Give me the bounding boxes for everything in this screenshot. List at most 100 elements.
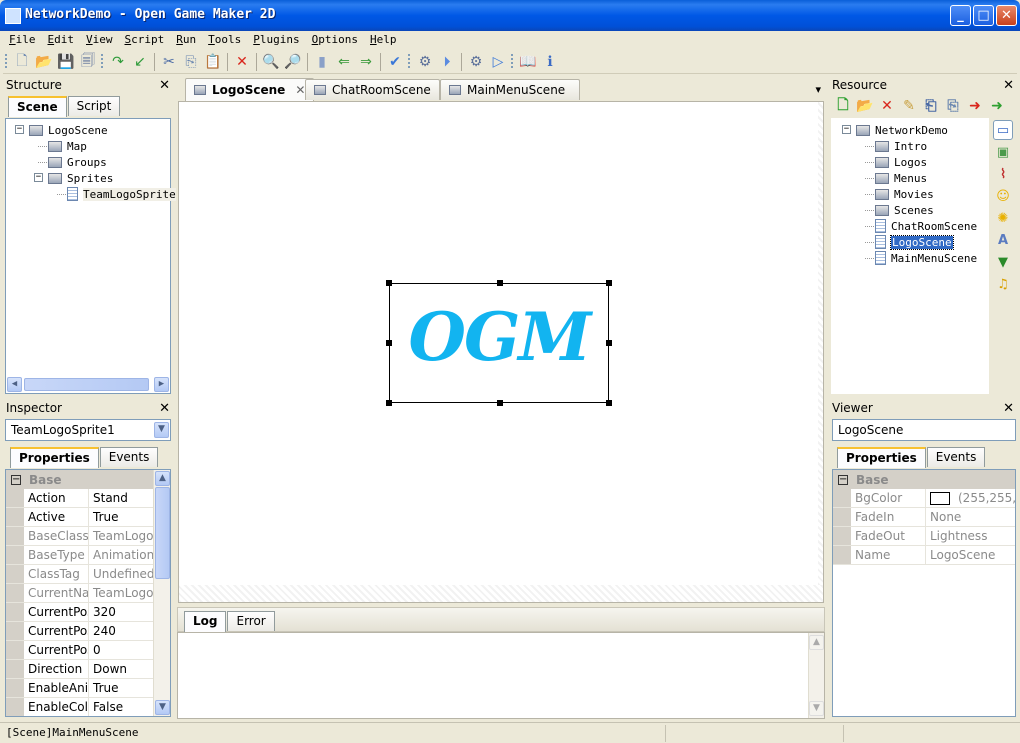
run-button[interactable]: ▷	[487, 51, 509, 73]
tree-item[interactable]: MainMenuScene	[875, 250, 977, 266]
resize-handle[interactable]	[606, 400, 612, 406]
property-scrollbar[interactable]: ▲ ▼	[153, 470, 170, 716]
properties-resource-button[interactable]: ⎗	[920, 95, 942, 117]
tree-item[interactable]: Scenes	[875, 202, 934, 218]
menu-edit[interactable]: Edit	[42, 31, 81, 50]
tree-item[interactable]: Sprites	[48, 170, 113, 186]
scroll-up-button[interactable]: ▲	[809, 635, 824, 650]
property-row[interactable]: EnableCollisFalse	[6, 698, 170, 716]
structure-tree[interactable]: ◀ ▶ − LogoScene Map Groups − Sprites TeamLogoS…	[5, 118, 176, 394]
property-row[interactable]: BaseClass TeamLogo	[6, 527, 170, 546]
scroll-down-button[interactable]: ▼	[155, 700, 170, 715]
team-logo-sprite[interactable]: OGM	[386, 280, 612, 406]
resource-tree[interactable]: − NetworkDemo Intro Logos Menus Movies Scenes C…	[831, 118, 989, 394]
tab-log[interactable]: Log	[184, 611, 227, 632]
image-filter-button[interactable]: ▣	[993, 142, 1013, 162]
scroll-right-button[interactable]: ▶	[154, 377, 169, 392]
menu-file[interactable]: File	[3, 31, 42, 50]
copy-button[interactable]: ⎘	[180, 51, 202, 73]
build-all-button[interactable]: ⚙	[465, 51, 487, 73]
property-row[interactable]: FadeOut Lightness	[833, 527, 1015, 546]
toolbar-grip[interactable]	[511, 53, 513, 70]
next-bookmark-button[interactable]: ⇒	[355, 51, 377, 73]
build-button[interactable]: ⚙	[414, 51, 436, 73]
about-button[interactable]: ℹ	[539, 51, 561, 73]
add-folder-button[interactable]: 📂	[854, 95, 876, 117]
object-select[interactable]: TeamLogoSprite1 ▼	[5, 419, 171, 441]
resize-handle[interactable]	[606, 340, 612, 346]
close-tab-icon[interactable]: ✕	[295, 83, 305, 97]
tab-script[interactable]: Script	[67, 96, 121, 116]
toolbar-grip[interactable]	[101, 53, 103, 70]
bookmark-button[interactable]: ▮	[311, 51, 333, 73]
property-value[interactable]: LogoScene	[926, 546, 1015, 564]
property-value[interactable]: (255,255,	[926, 489, 1015, 507]
menu-run[interactable]: Run	[170, 31, 202, 50]
menu-tools[interactable]: Tools	[202, 31, 247, 50]
viewer-property-grid[interactable]: − Base BgColor (255,255, FadeIn None FadeOut Li…	[832, 469, 1016, 717]
particle-filter-button[interactable]: ✺	[993, 208, 1013, 228]
menu-view[interactable]: View	[80, 31, 119, 50]
import-resource-button[interactable]: ➜	[964, 95, 986, 117]
tab-mainmenuscene[interactable]: MainMenuScene	[440, 79, 580, 100]
property-row[interactable]: FadeIn None	[833, 508, 1015, 527]
resize-handle[interactable]	[606, 280, 612, 286]
save-button[interactable]: 💾	[55, 51, 77, 73]
tree-item[interactable]: Logos	[875, 154, 927, 170]
inspector-property-grid[interactable]: − Base Action Stand Active True BaseClass TeamL…	[5, 469, 171, 717]
tab-list-dropdown[interactable]: ▾	[815, 83, 821, 96]
menu-options[interactable]: Options	[306, 31, 364, 50]
tab-error[interactable]: Error	[227, 611, 275, 631]
viewer-object-field[interactable]: LogoScene	[832, 419, 1016, 441]
log-output[interactable]: ▲ ▼	[177, 632, 825, 719]
scroll-left-button[interactable]: ◀	[7, 377, 22, 392]
tree-item[interactable]: LogoScene	[875, 234, 954, 250]
property-row[interactable]: Active True	[6, 508, 170, 527]
help-book-button[interactable]: 📖	[517, 51, 539, 73]
sprite-filter-button[interactable]: ☺	[993, 186, 1013, 206]
tab-scene[interactable]: Scene	[8, 96, 67, 117]
minimize-button[interactable]: _	[950, 5, 971, 26]
menu-plugins[interactable]: Plugins	[247, 31, 305, 50]
open-folder-button[interactable]: 📂	[33, 51, 55, 73]
scene-canvas[interactable]: OGM	[178, 101, 824, 603]
font-filter-button[interactable]: A	[993, 230, 1013, 250]
tree-item[interactable]: Menus	[875, 170, 927, 186]
scene-filter-button[interactable]: ▭	[993, 120, 1013, 140]
resize-handle[interactable]	[386, 400, 392, 406]
close-icon[interactable]: ✕	[159, 401, 170, 416]
tab-events[interactable]: Events	[99, 447, 159, 467]
delete-button[interactable]: ✕	[231, 51, 253, 73]
collapse-icon[interactable]: −	[15, 125, 24, 134]
resize-handle[interactable]	[497, 280, 503, 286]
tree-item[interactable]: Map	[48, 138, 87, 154]
property-value[interactable]: Lightness	[926, 527, 1015, 545]
property-row[interactable]: ClassTag Undefined	[6, 565, 170, 584]
remove-resource-button[interactable]: ✕	[876, 95, 898, 117]
vertical-scroll-thumb[interactable]	[155, 487, 170, 579]
toolbar-grip[interactable]	[5, 53, 7, 70]
cut-button[interactable]: ✂	[158, 51, 180, 73]
chevron-down-icon[interactable]: ▼	[154, 422, 169, 438]
toolbar-grip[interactable]	[408, 53, 410, 70]
property-row[interactable]: CurrentPos 240	[6, 622, 170, 641]
close-button[interactable]: ✕	[996, 5, 1017, 26]
property-row[interactable]: CurrentPos 0	[6, 641, 170, 660]
tree-item[interactable]: NetworkDemo	[856, 122, 948, 138]
tree-item[interactable]: Movies	[875, 186, 934, 202]
tilemap-filter-button[interactable]: ▼	[993, 252, 1013, 272]
resize-handle[interactable]	[497, 400, 503, 406]
tab-properties[interactable]: Properties	[837, 447, 926, 468]
collapse-icon[interactable]: −	[842, 125, 851, 134]
paste-button[interactable]: 📋	[202, 51, 224, 73]
resize-handle[interactable]	[386, 280, 392, 286]
animation-filter-button[interactable]: ⌇	[993, 164, 1013, 184]
collapse-icon[interactable]: −	[34, 173, 43, 182]
run-debug-button[interactable]: ⏵	[436, 51, 458, 73]
close-icon[interactable]: ✕	[1003, 401, 1014, 416]
maximize-button[interactable]: □	[973, 5, 994, 26]
tab-logoscene[interactable]: LogoScene ✕	[185, 78, 315, 101]
property-row[interactable]: CurrentPos 320	[6, 603, 170, 622]
add-resource-button[interactable]: 🗋	[832, 95, 854, 117]
scroll-up-button[interactable]: ▲	[155, 471, 170, 486]
